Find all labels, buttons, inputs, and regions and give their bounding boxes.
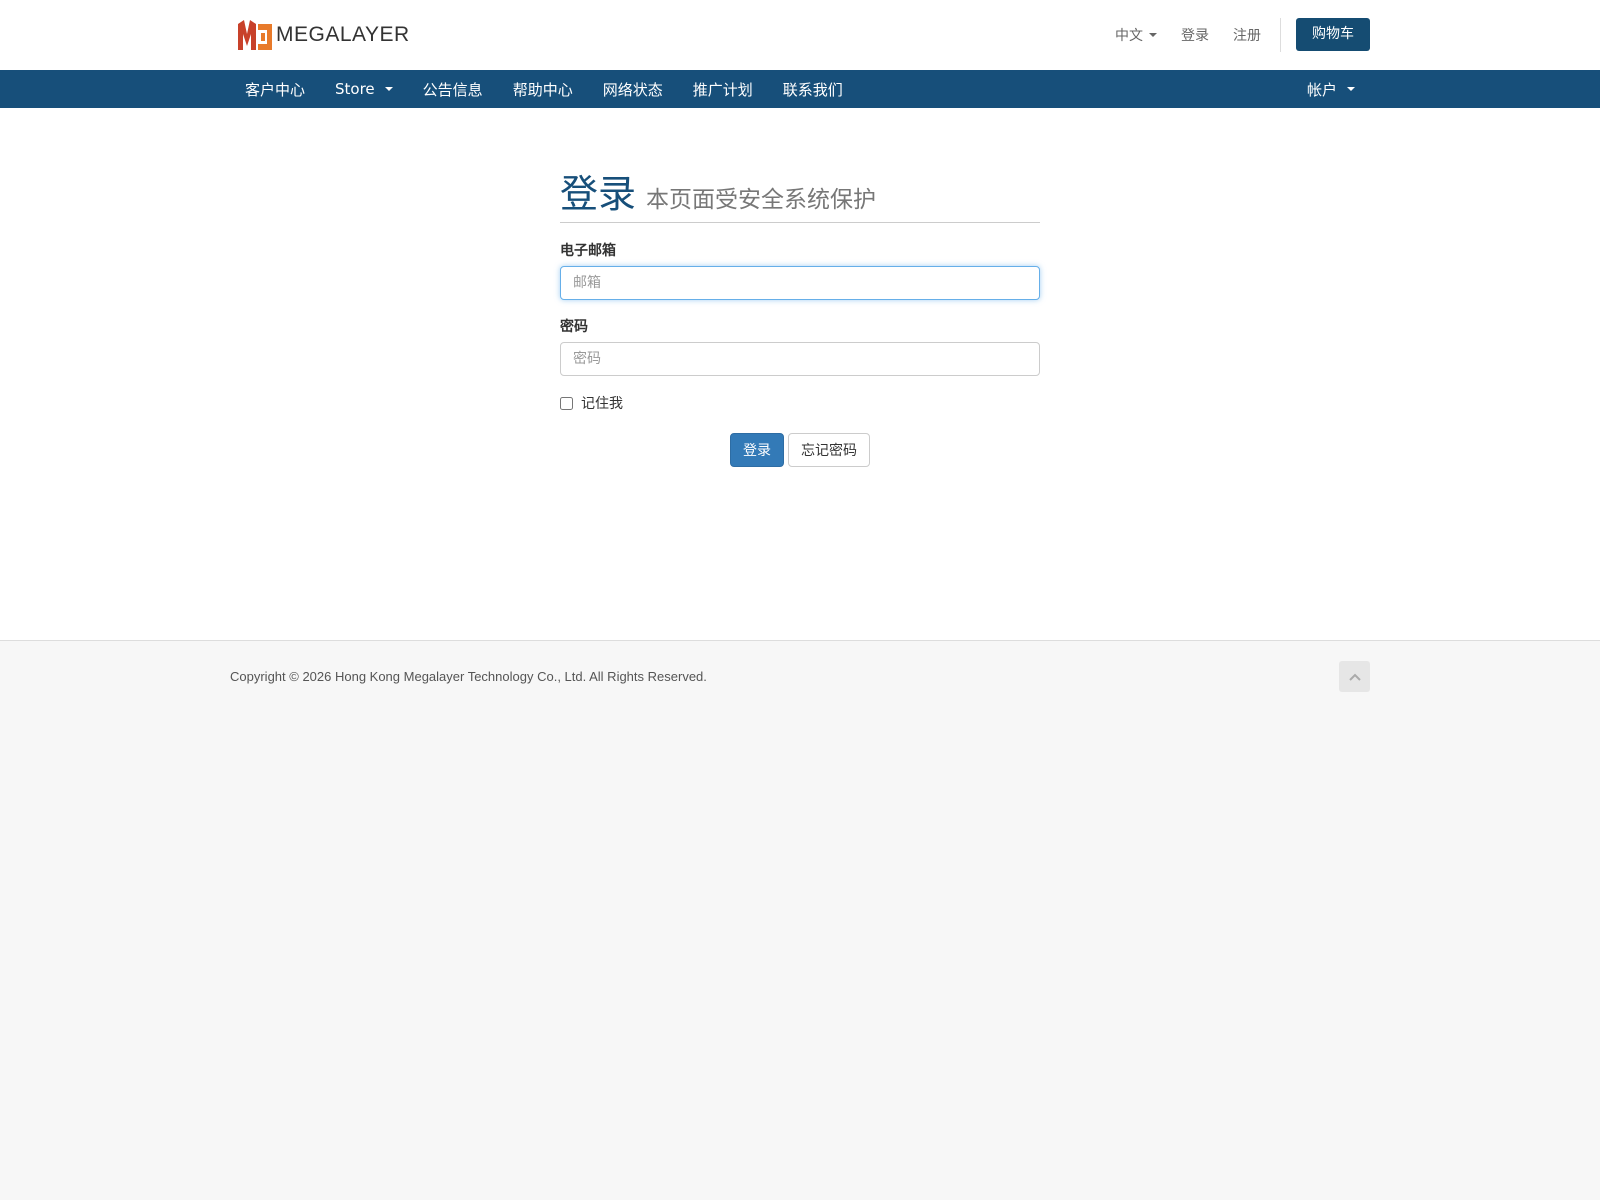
account-label: 帐户 <box>1306 80 1337 99</box>
register-link[interactable]: 注册 <box>1233 25 1261 45</box>
nav-item-affiliates[interactable]: 推广计划 <box>678 70 768 108</box>
nav-item-contact[interactable]: 联系我们 <box>768 70 858 108</box>
remember-me-checkbox[interactable] <box>560 396 573 410</box>
login-button[interactable]: 登录 <box>730 433 784 467</box>
page-title: 登录 <box>560 172 637 216</box>
top-links: 中文 登录 注册 购物车 <box>1115 17 1370 52</box>
login-link[interactable]: 登录 <box>1181 25 1209 45</box>
copyright-text: Copyright © 2026 Hong Kong Megalayer Tec… <box>230 669 707 684</box>
form-actions: 登录 忘记密码 <box>560 433 1040 467</box>
email-field[interactable] <box>560 266 1040 300</box>
language-dropdown[interactable]: 中文 <box>1115 25 1157 45</box>
caret-down-icon <box>1347 87 1355 91</box>
login-form: 登录 本页面受安全系统保护 电子邮箱 密码 记住我 登录 忘记密码 <box>560 172 1040 467</box>
nav-menu: 客户中心 Store 公告信息 帮助中心 网络状态 推广计划 联系我们 <box>230 70 858 108</box>
nav-item-help-center[interactable]: 帮助中心 <box>498 70 588 108</box>
site-footer: Copyright © 2026 Hong Kong Megalayer Tec… <box>0 640 1600 1200</box>
megalayer-logo-icon <box>238 20 272 50</box>
page-subtitle: 本页面受安全系统保护 <box>646 187 877 213</box>
nav-item-store-label: Store <box>335 80 375 98</box>
logo[interactable]: MEGALAYER <box>238 20 410 50</box>
remember-me: 记住我 <box>560 393 1040 413</box>
account-dropdown[interactable]: 帐户 <box>1292 70 1370 108</box>
language-label: 中文 <box>1115 27 1143 44</box>
password-label: 密码 <box>560 319 588 335</box>
nav-item-store[interactable]: Store <box>320 70 408 108</box>
logo-text: MEGALAYER <box>276 23 410 46</box>
divider <box>1280 17 1281 52</box>
chevron-up-icon <box>1348 673 1361 681</box>
nav-item-announcements[interactable]: 公告信息 <box>408 70 498 108</box>
forgot-password-button[interactable]: 忘记密码 <box>788 433 870 467</box>
page-header: 登录 本页面受安全系统保护 <box>560 172 1040 223</box>
back-to-top-button[interactable] <box>1339 661 1370 692</box>
nav-item-network-status[interactable]: 网络状态 <box>588 70 678 108</box>
nav-account: 帐户 <box>1292 70 1370 108</box>
cart-button[interactable]: 购物车 <box>1296 18 1370 51</box>
caret-down-icon <box>384 87 393 91</box>
email-label: 电子邮箱 <box>560 243 616 259</box>
remember-me-label: 记住我 <box>581 396 623 412</box>
caret-down-icon <box>1149 32 1157 37</box>
main-navbar: 客户中心 Store 公告信息 帮助中心 网络状态 推广计划 联系我们 帐户 <box>0 70 1600 108</box>
site-header: MEGALAYER 中文 登录 注册 购物车 <box>0 0 1600 70</box>
password-field[interactable] <box>560 342 1040 376</box>
main-content: 登录 本页面受安全系统保护 电子邮箱 密码 记住我 登录 忘记密码 <box>0 108 1600 640</box>
nav-item-client-center[interactable]: 客户中心 <box>230 70 320 108</box>
